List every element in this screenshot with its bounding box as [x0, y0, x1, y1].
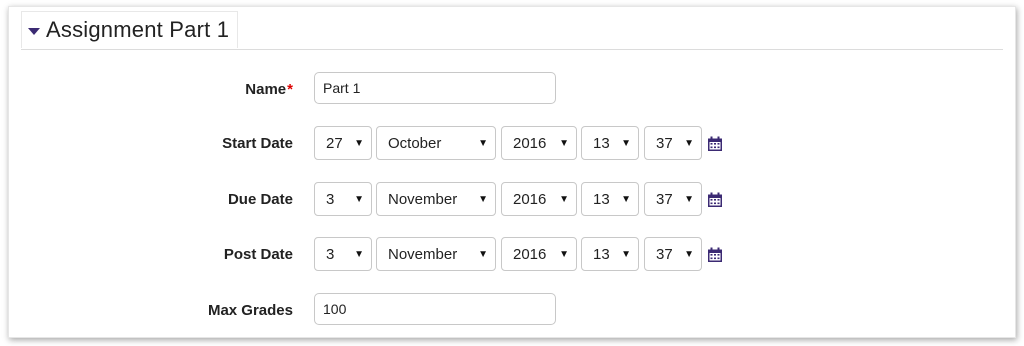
start-hour-select[interactable]: 13 ▼ — [581, 126, 639, 160]
post-date-label: Post Date — [223, 245, 293, 263]
section-divider — [21, 49, 1003, 50]
due-hour-select[interactable]: 13 ▼ — [581, 182, 639, 216]
post-month-select[interactable]: November ▼ — [376, 237, 496, 271]
start-month-select[interactable]: October ▼ — [376, 126, 496, 160]
post-minute-value: 37 — [656, 245, 673, 263]
name-row: Name * Part 1 — [9, 72, 1015, 106]
name-input[interactable]: Part 1 — [314, 72, 556, 104]
calendar-icon[interactable] — [707, 192, 723, 208]
due-date-label: Due Date — [227, 190, 293, 208]
start-minute-select[interactable]: 37 ▼ — [644, 126, 702, 160]
start-day-value: 27 — [326, 134, 343, 152]
section-header[interactable]: Assignment Part 1 — [21, 11, 239, 48]
due-month-select[interactable]: November ▼ — [376, 182, 496, 216]
start-year-value: 2016 — [513, 134, 547, 152]
required-marker: * — [287, 80, 293, 98]
name-label: Name * — [245, 72, 293, 106]
due-year-select[interactable]: 2016 ▼ — [501, 182, 577, 216]
dropdown-arrow-icon: ▼ — [621, 137, 631, 149]
max-grades-row: Max Grades 100 — [9, 293, 1015, 327]
dropdown-arrow-icon: ▼ — [478, 137, 488, 149]
max-grades-input[interactable]: 100 — [314, 293, 556, 325]
start-month-value: October — [388, 134, 442, 152]
post-date-row: Post Date 3 ▼ November ▼ 2016 ▼ 13 ▼ 37 ▼ — [9, 237, 1015, 271]
post-hour-select[interactable]: 13 ▼ — [581, 237, 639, 271]
post-hour-value: 13 — [593, 245, 610, 263]
start-date-label: Start Date — [222, 134, 293, 152]
start-minute-value: 37 — [656, 134, 673, 152]
assignment-part-panel: Assignment Part 1 Name * Part 1 Start Dat… — [8, 6, 1016, 338]
dropdown-arrow-icon: ▼ — [478, 193, 488, 205]
dropdown-arrow-icon: ▼ — [354, 193, 364, 205]
dropdown-arrow-icon: ▼ — [621, 193, 631, 205]
due-minute-value: 37 — [656, 190, 673, 208]
start-date-row: Start Date 27 ▼ October ▼ 2016 ▼ 13 ▼ 37 ▼ — [9, 126, 1015, 160]
post-day-value: 3 — [326, 245, 335, 263]
due-hour-value: 13 — [593, 190, 610, 208]
dropdown-arrow-icon: ▼ — [684, 137, 694, 149]
max-grades-input-value: 100 — [323, 301, 347, 317]
dropdown-arrow-icon: ▼ — [559, 248, 569, 260]
start-year-select[interactable]: 2016 ▼ — [501, 126, 577, 160]
due-year-value: 2016 — [513, 190, 547, 208]
post-year-value: 2016 — [513, 245, 547, 263]
due-minute-select[interactable]: 37 ▼ — [644, 182, 702, 216]
calendar-icon[interactable] — [707, 247, 723, 263]
dropdown-arrow-icon: ▼ — [354, 137, 364, 149]
due-day-select[interactable]: 3 ▼ — [314, 182, 372, 216]
post-month-value: November — [388, 245, 458, 263]
dropdown-arrow-icon: ▼ — [559, 137, 569, 149]
post-minute-select[interactable]: 37 ▼ — [644, 237, 702, 271]
dropdown-arrow-icon: ▼ — [559, 193, 569, 205]
caret-down-icon[interactable] — [28, 27, 40, 35]
dropdown-arrow-icon: ▼ — [684, 193, 694, 205]
start-day-select[interactable]: 27 ▼ — [314, 126, 372, 160]
name-input-value: Part 1 — [323, 80, 361, 96]
dropdown-arrow-icon: ▼ — [478, 248, 488, 260]
max-grades-label: Max Grades — [207, 301, 293, 319]
section-title: Assignment Part 1 — [46, 17, 230, 42]
dropdown-arrow-icon: ▼ — [621, 248, 631, 260]
name-label-text: Name — [245, 80, 287, 98]
post-day-select[interactable]: 3 ▼ — [314, 237, 372, 271]
start-hour-value: 13 — [593, 134, 610, 152]
dropdown-arrow-icon: ▼ — [354, 248, 364, 260]
due-date-row: Due Date 3 ▼ November ▼ 2016 ▼ 13 ▼ 37 ▼ — [9, 182, 1015, 216]
dropdown-arrow-icon: ▼ — [684, 248, 694, 260]
due-month-value: November — [388, 190, 458, 208]
due-day-value: 3 — [326, 190, 335, 208]
post-year-select[interactable]: 2016 ▼ — [501, 237, 577, 271]
calendar-icon[interactable] — [707, 136, 723, 152]
